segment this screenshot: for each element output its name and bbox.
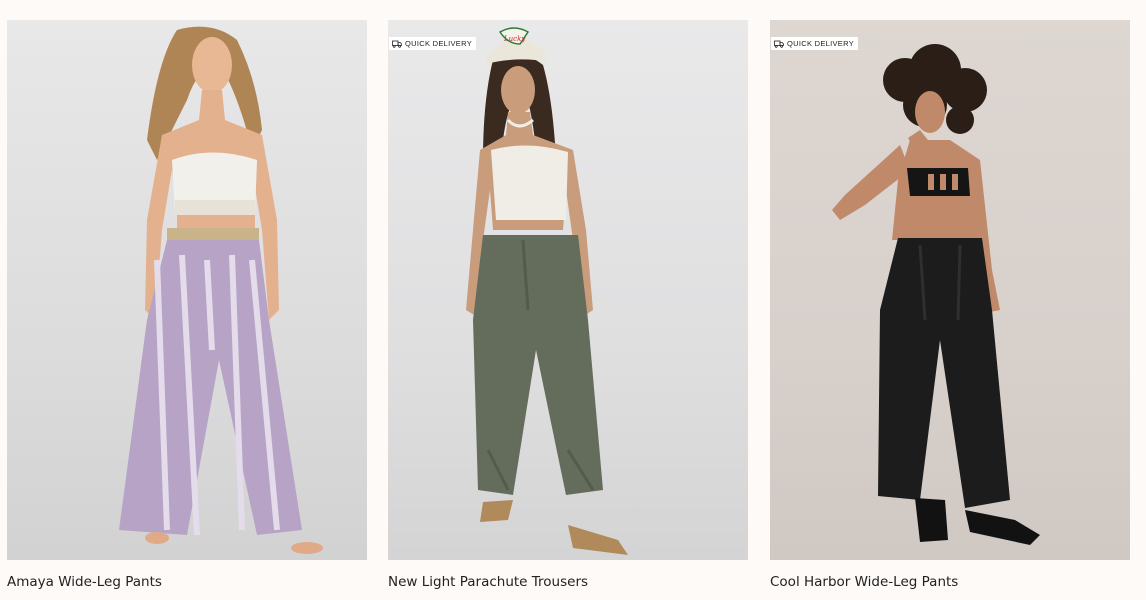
product-title[interactable]: New Light Parachute Trousers bbox=[388, 574, 748, 590]
quick-delivery-badge: QUICK DELIVERY bbox=[771, 37, 858, 50]
model-photo-icon: Lucky bbox=[466, 27, 628, 555]
delivery-truck-icon bbox=[392, 40, 402, 48]
product-image[interactable]: QUICK DELIVERY bbox=[770, 20, 1130, 560]
quick-delivery-badge: QUICK DELIVERY bbox=[389, 37, 476, 50]
badge-label: QUICK DELIVERY bbox=[405, 39, 472, 48]
product-title[interactable]: Amaya Wide-Leg Pants bbox=[7, 574, 367, 590]
delivery-truck-icon bbox=[774, 40, 784, 48]
product-grid: Amaya Wide-Leg Pants Lucky QUICK DELIVER… bbox=[0, 0, 1146, 600]
model-photo-icon bbox=[832, 44, 1040, 545]
model-photo-icon bbox=[119, 26, 323, 554]
product-title[interactable]: Cool Harbor Wide-Leg Pants bbox=[770, 574, 1130, 590]
product-image[interactable]: Lucky QUICK DELIVERY bbox=[388, 20, 748, 560]
product-card[interactable]: Amaya Wide-Leg Pants bbox=[7, 20, 367, 595]
cap-logo-text: Lucky bbox=[503, 35, 526, 43]
product-card[interactable]: QUICK DELIVERY Cool Harbor Wide-Leg Pant… bbox=[770, 20, 1130, 595]
badge-label: QUICK DELIVERY bbox=[787, 39, 854, 48]
product-card[interactable]: Lucky QUICK DELIVERY New Light Parachute… bbox=[388, 20, 748, 595]
product-image[interactable] bbox=[7, 20, 367, 560]
